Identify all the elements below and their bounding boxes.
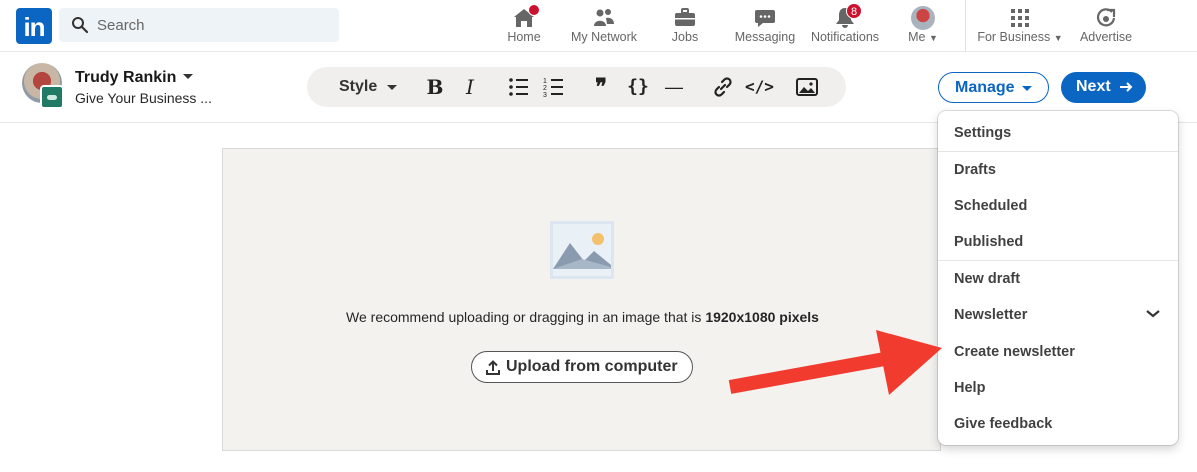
nav-advertise[interactable]: Advertise: [1074, 0, 1138, 52]
upload-from-computer-button[interactable]: Upload from computer: [471, 351, 693, 383]
nav-notifications[interactable]: 8 Notifications: [806, 0, 884, 52]
image-placeholder-icon: [550, 221, 614, 279]
menu-item-scheduled[interactable]: Scheduled: [954, 198, 1027, 214]
me-avatar: [911, 6, 935, 30]
linkedin-logo[interactable]: in: [16, 8, 52, 44]
company-page-logo: [40, 85, 64, 109]
nav-my-network[interactable]: My Network: [566, 0, 642, 52]
manage-dropdown-menu: Settings Drafts Scheduled Published New …: [938, 111, 1178, 445]
menu-item-settings[interactable]: Settings: [954, 125, 1011, 141]
chevron-down-icon[interactable]: [1145, 309, 1161, 319]
notification-count-badge: 8: [846, 3, 862, 19]
nav-for-business[interactable]: For Business ▼: [974, 0, 1066, 52]
bulleted-list-icon[interactable]: [508, 75, 530, 99]
search-box[interactable]: [59, 8, 339, 42]
arrow-right-icon: [1120, 82, 1133, 92]
author-name[interactable]: Trudy Rankin: [75, 69, 176, 87]
nav-home[interactable]: Home: [494, 0, 554, 52]
search-input[interactable]: [97, 8, 327, 42]
numbered-list-icon[interactable]: 123: [543, 75, 565, 99]
grid-icon: [1011, 9, 1029, 27]
menu-item-published[interactable]: Published: [954, 234, 1023, 250]
nav-for-business-label: For Business ▼: [977, 30, 1063, 44]
chevron-down-icon: [1022, 86, 1032, 91]
menu-item-drafts[interactable]: Drafts: [954, 162, 996, 178]
code-block-button[interactable]: {}: [625, 75, 651, 99]
nav-notifications-label: Notifications: [810, 30, 880, 44]
bold-button[interactable]: B: [425, 75, 445, 99]
menu-item-new-draft[interactable]: New draft: [954, 271, 1020, 287]
message-icon: [755, 10, 775, 27]
nav-my-network-label: My Network: [571, 30, 637, 44]
svg-text:2: 2: [543, 85, 547, 92]
nav-messaging[interactable]: Messaging: [731, 0, 799, 52]
link-icon[interactable]: [711, 75, 735, 99]
italic-button[interactable]: I: [461, 75, 479, 99]
author-switch-chevron-icon[interactable]: [183, 74, 193, 79]
menu-item-give-feedback[interactable]: Give feedback: [954, 416, 1052, 432]
briefcase-icon: [675, 8, 695, 26]
manage-button-label: Manage: [955, 79, 1015, 96]
nav-jobs[interactable]: Jobs: [658, 0, 712, 52]
style-dropdown[interactable]: Style: [339, 75, 377, 99]
nav-me[interactable]: Me ▼: [900, 0, 946, 52]
nav-advertise-label: Advertise: [1079, 30, 1133, 44]
menu-divider: [938, 260, 1178, 261]
image-icon[interactable]: [796, 75, 818, 99]
menu-divider: [938, 151, 1178, 152]
nav-divider: [965, 0, 966, 52]
cover-image-dropzone[interactable]: We recommend uploading or dragging in an…: [222, 148, 941, 451]
recommended-dimensions: 1920x1080 pixels: [705, 309, 819, 325]
svg-text:1: 1: [543, 78, 547, 85]
chevron-down-icon: ▼: [1053, 33, 1063, 43]
menu-item-help[interactable]: Help: [954, 380, 985, 396]
global-nav: in Home My Network: [0, 0, 1197, 52]
nav-jobs-label: Jobs: [671, 30, 699, 44]
style-chevron-down-icon[interactable]: [387, 85, 397, 90]
upload-button-label: Upload from computer: [506, 358, 678, 375]
formatting-toolbar: Style B I 123 ❞ {} — </>: [307, 67, 846, 107]
network-icon: [594, 9, 614, 26]
nav-messaging-label: Messaging: [734, 30, 796, 44]
quote-button[interactable]: ❞: [590, 75, 612, 99]
menu-item-newsletter[interactable]: Newsletter: [954, 307, 1027, 323]
svg-text:3: 3: [543, 92, 547, 99]
advertise-icon: [1096, 8, 1116, 27]
nav-home-label: Home: [507, 30, 541, 44]
next-button[interactable]: Next: [1061, 72, 1146, 103]
image-size-recommendation: We recommend uploading or dragging in an…: [346, 309, 819, 325]
home-notification-dot: [528, 4, 540, 16]
article-editor-page: in Home My Network: [0, 0, 1197, 472]
manage-button[interactable]: Manage: [938, 72, 1049, 103]
menu-item-create-newsletter[interactable]: Create newsletter: [954, 344, 1075, 360]
divider-button[interactable]: —: [663, 75, 685, 99]
upload-icon: [486, 360, 500, 375]
author-subtitle: Give Your Business ...: [75, 90, 212, 106]
nav-me-label: Me ▼: [908, 30, 938, 44]
search-icon: [72, 17, 89, 34]
chevron-down-icon: ▼: [928, 33, 938, 43]
embed-button[interactable]: </>: [745, 75, 774, 99]
next-button-label: Next: [1076, 78, 1111, 95]
